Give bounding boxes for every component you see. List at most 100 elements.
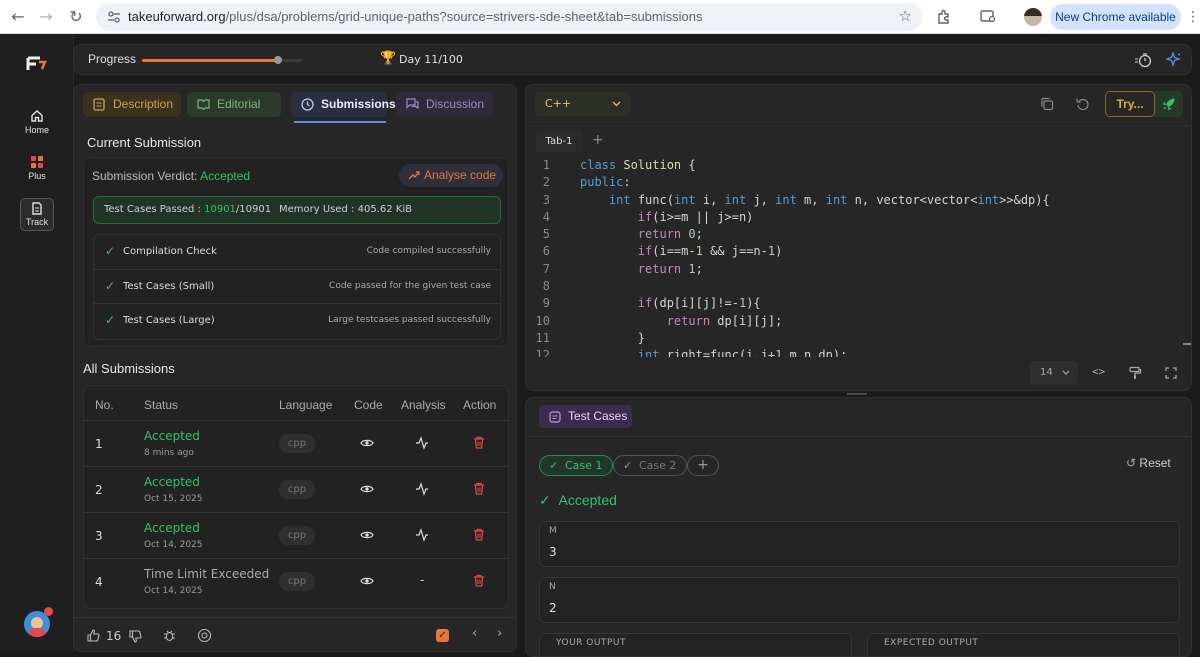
tab-editorial[interactable]: Editorial — [187, 92, 281, 117]
profile-avatar[interactable] — [1024, 8, 1042, 26]
current-submission-heading: Current Submission — [87, 135, 202, 150]
extensions-icon[interactable] — [936, 9, 952, 25]
back-arrow-icon[interactable]: ← — [6, 0, 30, 34]
paint-roller-icon[interactable] — [1128, 366, 1142, 380]
takeuforward-logo[interactable] — [26, 56, 48, 72]
thumbs-up-icon[interactable] — [87, 629, 100, 642]
trophy-icon: 🏆 — [380, 51, 397, 66]
thumbs-down-icon[interactable] — [129, 630, 142, 643]
previous-problem-icon[interactable]: ‹ — [472, 626, 477, 641]
input-field-m[interactable]: M 3 — [539, 521, 1180, 567]
bookmark-star-icon[interactable]: ☆ — [899, 7, 912, 25]
help-chat-icon[interactable] — [197, 628, 212, 643]
address-bar[interactable]: takeuforward.org/plus/dsa/problems/grid-… — [96, 3, 922, 31]
activity-icon[interactable] — [415, 528, 429, 542]
submit-button[interactable] — [1155, 91, 1183, 117]
progress-day: Day 11/100 — [399, 53, 463, 66]
input-field-n[interactable]: N 2 — [539, 577, 1180, 623]
add-tab-icon[interactable]: + — [592, 132, 604, 148]
eye-icon[interactable] — [360, 438, 374, 448]
row-status: Accepted — [144, 475, 200, 489]
line-numbers: 1 2 3 4 5 6 7 8 9 10 11 12 — [526, 157, 550, 357]
sidebar-item-plus[interactable]: Plus — [20, 155, 54, 181]
activity-icon[interactable] — [415, 482, 429, 496]
reset-code-icon[interactable] — [1076, 97, 1090, 111]
verdict-row: Submission Verdict: Accepted — [92, 169, 250, 183]
language-badge: cpp — [279, 434, 315, 453]
trash-icon[interactable] — [473, 482, 485, 495]
reset-button[interactable]: ↺ Reset — [1126, 456, 1171, 470]
tab-submissions[interactable]: Submissions — [291, 92, 396, 117]
eye-icon[interactable] — [360, 484, 374, 494]
tab-1[interactable]: Tab-1 — [535, 131, 583, 152]
reset-icon: ↺ — [1126, 456, 1137, 470]
sidebar-item-home[interactable]: Home — [20, 109, 54, 135]
check-result: Code compiled successfully — [366, 246, 491, 256]
try-button[interactable]: Try... — [1105, 91, 1155, 117]
progress-panel: Progress 🏆 Day 11/100 — [73, 44, 1192, 75]
check-icon: ✓ — [105, 244, 116, 258]
next-problem-icon[interactable]: › — [497, 626, 502, 641]
row-status: Accepted — [144, 429, 200, 443]
chat-icon — [406, 98, 419, 110]
row-number: 2 — [95, 483, 103, 497]
activity-icon[interactable] — [415, 436, 429, 450]
add-case-button[interactable]: + — [687, 455, 719, 476]
tab-search-icon[interactable] — [980, 10, 997, 24]
forward-arrow-icon[interactable]: → — [34, 0, 58, 34]
trash-icon[interactable] — [473, 436, 485, 449]
language-badge: cpp — [279, 572, 315, 591]
check-name: Test Cases (Small) — [123, 281, 215, 292]
code-area[interactable]: 1 2 3 4 5 6 7 8 9 10 11 12 class Solutio… — [526, 157, 1176, 357]
input-value: 2 — [549, 601, 557, 615]
eye-icon[interactable] — [360, 576, 374, 586]
mark-complete-checkbox[interactable]: ✓ — [436, 629, 449, 642]
line-number: 11 — [535, 330, 550, 345]
eye-icon[interactable] — [360, 530, 374, 540]
test-cases-tab[interactable]: Test Cases — [539, 405, 632, 428]
column-header-action: Action — [463, 398, 497, 412]
reload-icon[interactable]: ↻ — [64, 0, 88, 34]
column-header-no: No. — [95, 398, 114, 412]
clock-icon — [301, 98, 314, 111]
code-editor-panel: C++ Try... Tab-1 + 1 2 3 4 5 6 7 8 9 10 … — [525, 84, 1192, 391]
chevron-down-icon — [612, 101, 621, 107]
trash-icon[interactable] — [473, 574, 485, 587]
copy-icon[interactable] — [1040, 97, 1054, 111]
verdict-label: Submission Verdict: — [92, 169, 198, 183]
fullscreen-icon[interactable] — [1165, 367, 1177, 379]
tab-discussion[interactable]: Discussion — [396, 92, 494, 117]
resize-handle[interactable] — [847, 393, 867, 395]
format-code-icon[interactable]: <> — [1092, 365, 1105, 378]
row-date: Oct 14, 2025 — [144, 586, 203, 596]
new-chrome-button[interactable]: New Chrome available — [1050, 4, 1181, 30]
sidebar-item-track[interactable]: Track — [20, 198, 54, 231]
url-path: /plus/dsa/problems/grid-unique-paths?sou… — [225, 9, 703, 24]
check-row: ✓ Compilation Check Code compiled succes… — [94, 235, 500, 269]
progress-label: Progress — [88, 52, 137, 66]
bug-icon[interactable] — [163, 629, 176, 642]
case-2-button[interactable]: ✓ Case 2 — [613, 455, 688, 476]
chrome-menu-icon[interactable]: ⋮ — [1186, 0, 1200, 34]
tab-description[interactable]: Description — [83, 92, 181, 117]
current-submission-card: Submission Verdict: Accepted Analyse cod… — [83, 157, 509, 347]
table-row[interactable]: 1 Accepted 8 mins ago cpp — [84, 420, 508, 466]
table-row[interactable]: 3 Accepted Oct 14, 2025 cpp — [84, 512, 508, 558]
language-select[interactable]: C++ — [535, 92, 631, 116]
progress-fill — [142, 59, 278, 62]
case-1-button[interactable]: ✓ Case 1 — [539, 455, 614, 476]
row-date: Oct 15, 2025 — [144, 494, 203, 504]
analyse-code-button[interactable]: Analyse code — [399, 164, 503, 187]
check-result: Code passed for the given test case — [329, 281, 491, 291]
table-row[interactable]: 4 Time Limit Exceeded Oct 14, 2025 cpp - — [84, 558, 508, 604]
chevron-down-icon — [1062, 370, 1070, 375]
font-size-select[interactable]: 14 — [1030, 361, 1078, 385]
site-settings-icon[interactable] — [107, 11, 121, 23]
rocket-icon — [1162, 98, 1175, 111]
ai-sparkle-icon[interactable] — [1166, 52, 1182, 68]
tab-label: Editorial — [217, 97, 261, 111]
table-row[interactable]: 2 Accepted Oct 15, 2025 cpp — [84, 466, 508, 512]
description-icon — [93, 98, 105, 111]
timer-icon[interactable] — [1134, 52, 1152, 68]
trash-icon[interactable] — [473, 528, 485, 541]
